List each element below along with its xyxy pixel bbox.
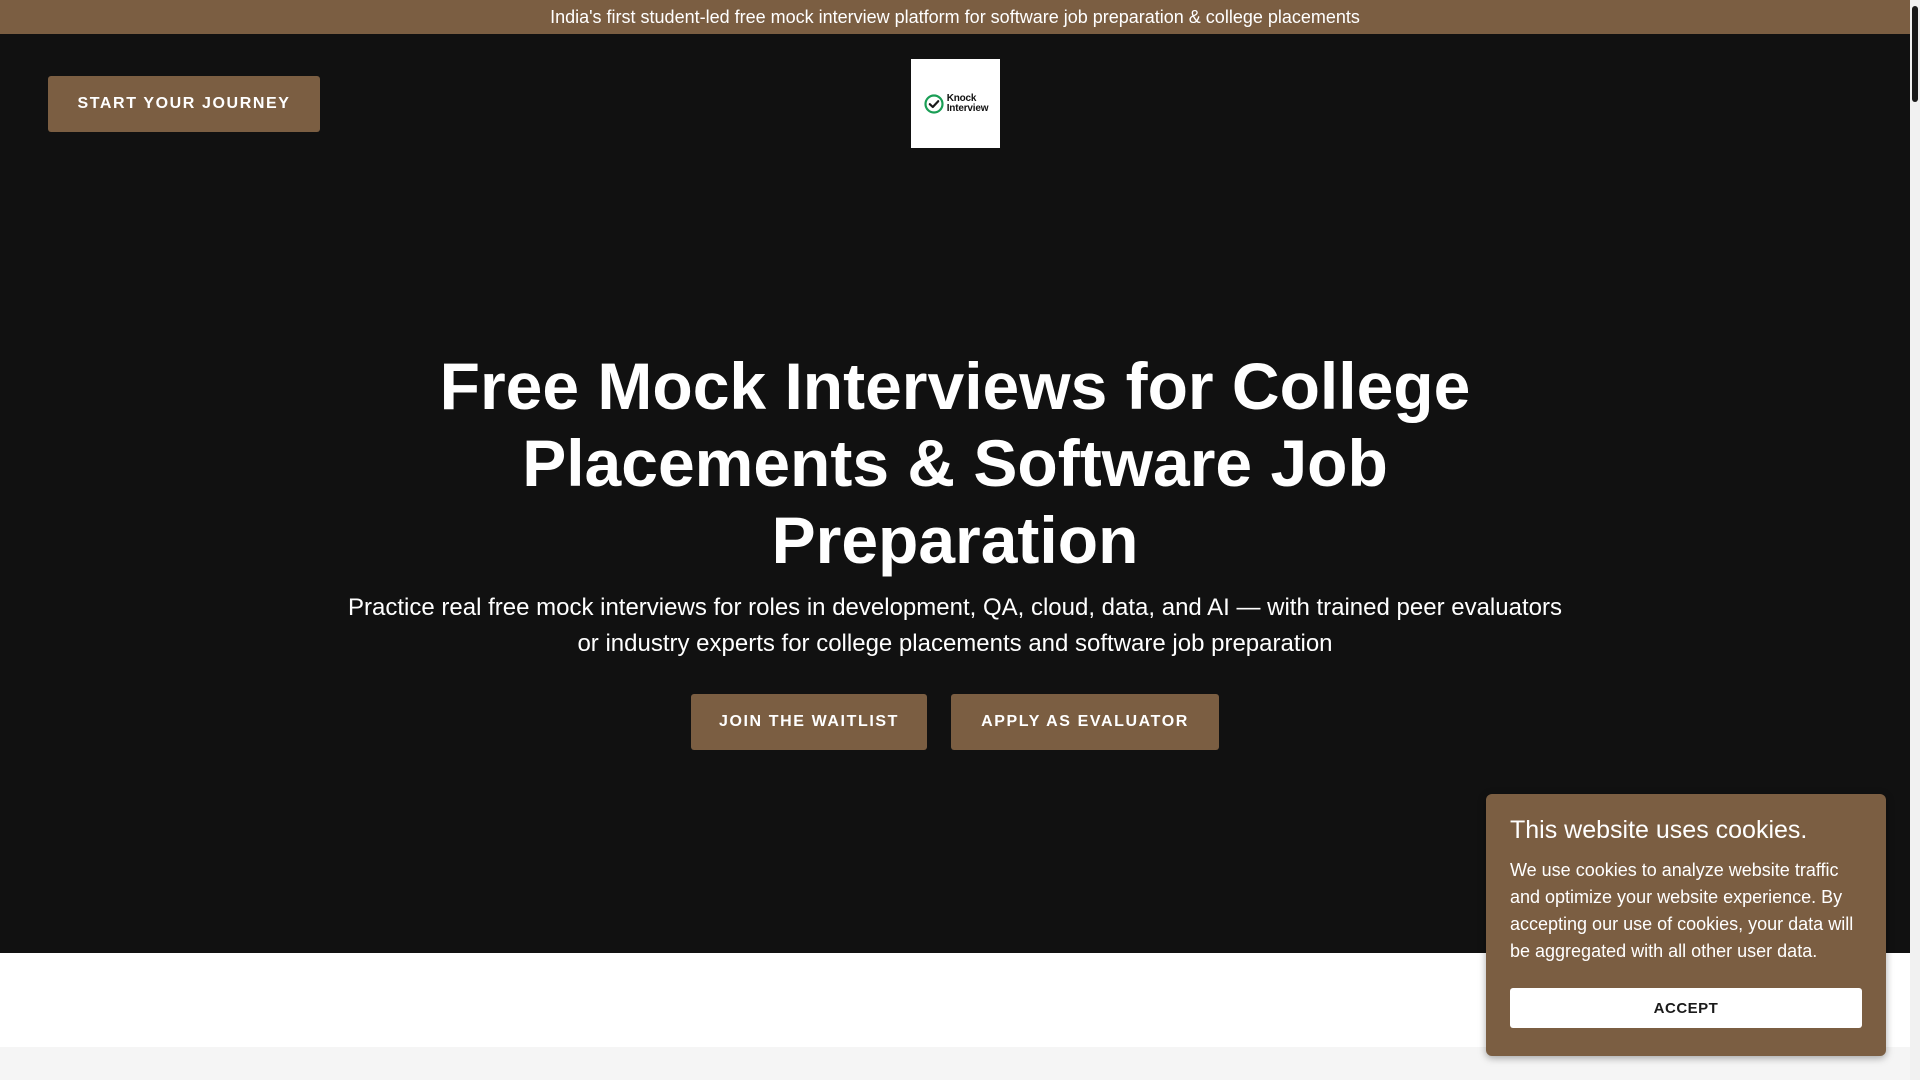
logo-line-2: Interview (946, 102, 989, 114)
cookie-accept-button[interactable]: ACCEPT (1510, 988, 1862, 1028)
announcement-text: India's first student-led free mock inte… (550, 6, 1360, 27)
check-circle-icon (924, 93, 944, 114)
start-journey-button[interactable]: START YOUR JOURNEY (48, 76, 320, 132)
scrollbar-thumb[interactable] (1912, 6, 1918, 102)
logo-line-1: Knock (946, 92, 977, 104)
cookie-banner: This website uses cookies. We use cookie… (1486, 794, 1886, 1056)
logo-wordmark: Knock Interview (946, 92, 989, 114)
cookie-banner-title: This website uses cookies. (1510, 816, 1808, 844)
join-waitlist-button[interactable]: JOIN THE WAITLIST (691, 694, 927, 750)
hero-subtitle: Practice real free mock interviews for r… (348, 594, 1562, 657)
page-scrollbar[interactable] (1910, 0, 1920, 1080)
cookie-banner-text: We use cookies to analyze website traffi… (1510, 860, 1854, 961)
announcement-bar: India's first student-led free mock inte… (0, 0, 1910, 34)
apply-evaluator-button[interactable]: APPLY AS EVALUATOR (951, 694, 1219, 750)
site-logo[interactable]: Knock Interview (911, 59, 1000, 148)
logo-mark: Knock Interview (923, 92, 989, 115)
hero-title: Free Mock Interviews for College Placeme… (439, 349, 1471, 577)
